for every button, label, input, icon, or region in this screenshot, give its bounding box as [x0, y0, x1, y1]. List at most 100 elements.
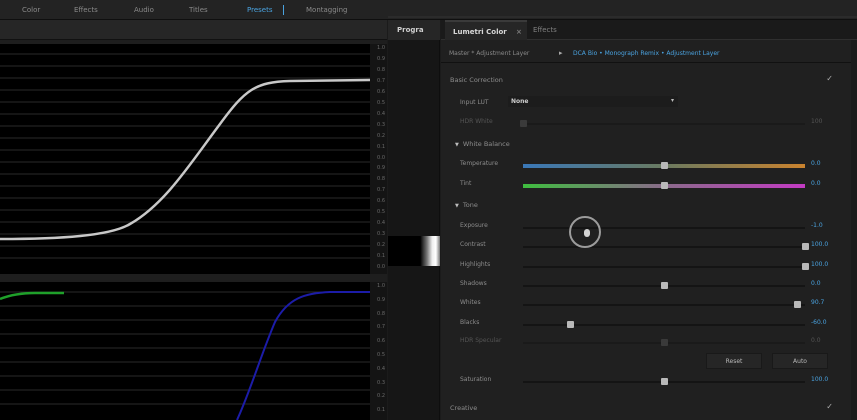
hdr-specular-value: 0.0 [811, 337, 821, 344]
hdr-specular-slider-thumb [661, 339, 668, 346]
whites-slider-thumb[interactable] [794, 301, 801, 308]
exposure-label: Exposure [460, 222, 488, 229]
shadows-value[interactable]: 0.0 [811, 280, 821, 287]
blacks-slider-thumb[interactable] [567, 321, 574, 328]
waveform-gridlines [0, 53, 370, 259]
contrast-slider[interactable] [523, 246, 805, 248]
workspace-color[interactable]: Color [22, 6, 40, 14]
highlights-slider-thumb[interactable] [802, 263, 809, 270]
tab-lumetri-color[interactable]: Lumetri Color × [445, 20, 527, 40]
scale-tick-label: 0.3 [377, 379, 385, 386]
blacks-value[interactable]: -60.0 [811, 319, 827, 326]
hdr-specular-label: HDR Specular [460, 337, 502, 344]
breadcrumb-master[interactable]: Master * Adjustment Layer [449, 50, 529, 57]
scale-tick-label: 0.8 [377, 310, 385, 317]
scale-tick-label: 0.2 [377, 242, 385, 249]
temperature-row: Temperature 0.0 [441, 158, 857, 172]
reset-button[interactable]: Reset [706, 353, 762, 369]
tint-label: Tint [460, 180, 472, 187]
input-lut-value: None [511, 98, 529, 105]
tint-value[interactable]: 0.0 [811, 180, 821, 187]
luma-waveform-scope [0, 44, 370, 274]
rgb-parade-svg [0, 291, 370, 420]
chevron-down-icon: ▾ [670, 97, 674, 104]
workspace-titles[interactable]: Titles [189, 6, 208, 14]
temperature-value[interactable]: 0.0 [811, 160, 821, 167]
basic-correction-section-header[interactable]: Basic Correction ✓ [441, 72, 857, 88]
highlights-value[interactable]: 100.0 [811, 261, 828, 268]
temperature-slider-thumb[interactable] [661, 162, 668, 169]
panel-scrollbar[interactable] [851, 40, 857, 420]
luma-waveform-svg [0, 53, 370, 259]
close-icon[interactable]: × [516, 28, 522, 36]
whites-label: Whites [460, 299, 481, 306]
workspace-bar: Color Effects Audio Titles Presets Monta… [0, 0, 857, 20]
scale-tick-label: 0.4 [377, 365, 385, 372]
input-lut-dropdown[interactable]: None ▾ [508, 96, 678, 107]
highlights-label: Highlights [460, 261, 491, 268]
hdr-white-label: HDR White [460, 118, 493, 125]
blacks-slider[interactable] [523, 324, 805, 326]
scale-tick-label: 0.7 [377, 187, 385, 194]
tab-lumetri-color-label: Lumetri Color [453, 28, 507, 36]
tab-program[interactable]: Progra [388, 20, 440, 40]
white-balance-subsection[interactable]: ▼ White Balance [455, 140, 510, 148]
scale-tick-label: 0.1 [377, 143, 385, 150]
workspace-effects[interactable]: Effects [74, 6, 98, 14]
input-lut-label: Input LUT [460, 99, 489, 106]
scale-tick-label: 0.2 [377, 132, 385, 139]
breadcrumb-divider [441, 62, 857, 63]
whites-slider[interactable] [523, 304, 805, 306]
scale-tick-label: 0.8 [377, 66, 385, 73]
scale-tick-label: 0.4 [377, 110, 385, 117]
whites-row: Whites 90.7 [441, 297, 857, 311]
auto-button[interactable]: Auto [772, 353, 828, 369]
creative-enable-checkbox[interactable]: ✓ [826, 402, 833, 411]
contrast-slider-thumb[interactable] [802, 243, 809, 250]
contrast-value[interactable]: 100.0 [811, 241, 828, 248]
highlights-slider[interactable] [523, 266, 805, 268]
scale-tick-label: 0.0 [377, 154, 385, 161]
blue-channel-curve [236, 291, 370, 420]
tab-effects[interactable]: Effects [533, 20, 557, 40]
basic-correction-enable-checkbox[interactable]: ✓ [826, 74, 833, 83]
workspace-audio[interactable]: Audio [134, 6, 154, 14]
creative-section-header[interactable]: Creative ✓ [441, 400, 857, 416]
scale-tick-label: 1.0 [377, 45, 385, 51]
tone-subsection[interactable]: ▼ Tone [455, 201, 478, 209]
exposure-value[interactable]: -1.0 [811, 222, 823, 229]
tint-row: Tint 0.0 [441, 178, 857, 192]
scale-tick-label: 0.8 [377, 176, 385, 183]
shadows-slider-thumb[interactable] [661, 282, 668, 289]
scale-tick-label: 0.9 [377, 165, 385, 172]
saturation-value[interactable]: 100.0 [811, 376, 828, 383]
workspace-montagging[interactable]: Montagging [306, 6, 348, 14]
scale-tick-label: 0.1 [377, 253, 385, 260]
scale-tick-label: 1.0 [377, 283, 385, 289]
exposure-slider[interactable] [523, 227, 805, 229]
saturation-slider-thumb[interactable] [661, 378, 668, 385]
temperature-label: Temperature [460, 160, 499, 167]
highlights-row: Highlights 100.0 [441, 259, 857, 273]
scale-tick-label: 0.7 [377, 77, 385, 84]
tint-slider-thumb[interactable] [661, 182, 668, 189]
mouse-cursor-highlight [569, 216, 601, 248]
hdr-white-slider-thumb [520, 120, 527, 127]
breadcrumb-sequence[interactable]: DCA Bio • Monograph Remix • Adjustment L… [573, 50, 720, 57]
hdr-specular-row: HDR Specular 0.0 [441, 335, 857, 349]
whites-value[interactable]: 90.7 [811, 299, 824, 306]
triangle-down-icon: ▼ [455, 203, 459, 209]
lumetri-scopes-panel: 1.0 0.9 0.8 0.7 0.6 0.5 0.4 0.3 0.2 0.1 0.0 0.9 0.8 0… [0, 20, 387, 420]
rgb-parade-scope [0, 282, 370, 420]
chevron-right-icon: ▸ [559, 49, 563, 57]
green-channel-curve [0, 291, 64, 301]
hdr-white-row: HDR White 100 [441, 116, 857, 130]
scale-tick-label: 0.5 [377, 352, 385, 358]
workspace-presets[interactable]: Presets [247, 6, 272, 14]
panel-tab-bar: Lumetri Color × Effects [441, 20, 857, 40]
workspace-bar-underline [388, 16, 857, 18]
triangle-down-icon: ▼ [455, 142, 459, 148]
scale-tick-label: 0.4 [377, 220, 385, 227]
scale-tick-label: 0.9 [377, 296, 385, 303]
scale-tick-label: 0.5 [377, 99, 385, 106]
